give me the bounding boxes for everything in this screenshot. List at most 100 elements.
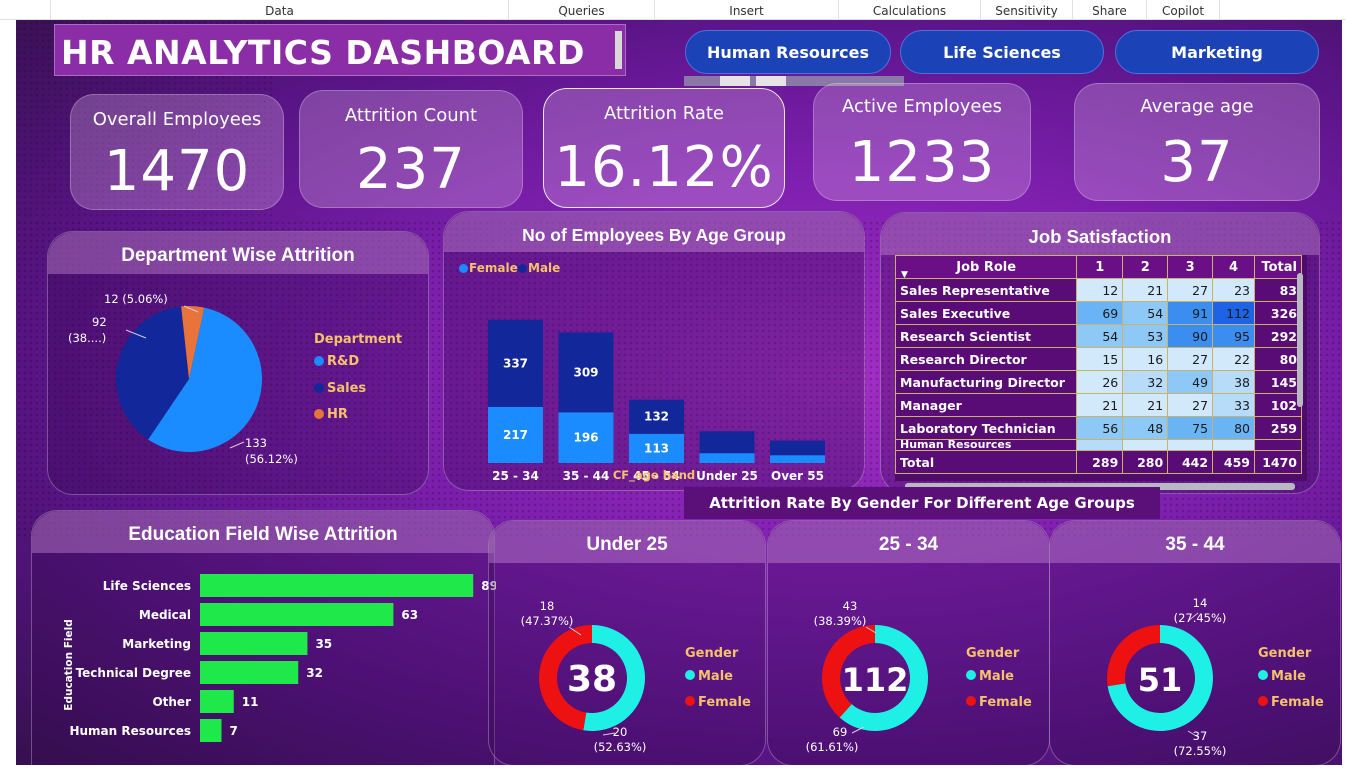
slicer-scroll-thumb[interactable]	[720, 76, 750, 86]
legend-dot-female[interactable]	[1258, 696, 1268, 706]
matrix-header-cell[interactable]: Job Role	[895, 255, 1078, 279]
gender-donut-chart: 112 43(38.39%) 69(61.61%) Gender Male Female	[806, 599, 1032, 754]
legend-label: HR	[327, 407, 348, 422]
slicer-scroll-thumb[interactable]	[756, 76, 786, 86]
donut-label-male-pct: (72.55%)	[1174, 744, 1227, 758]
matrix-cell[interactable]: 21	[1122, 393, 1169, 417]
legend-dot-male[interactable]	[1258, 670, 1268, 680]
donut-panel-under-25: Under 25 38 18 (47.37%) 20 (52.63%) Gender Mal…	[488, 520, 766, 765]
bar-female[interactable]	[770, 455, 825, 463]
matrix-row-label: Laboratory Technician	[895, 416, 1078, 440]
legend-label-male[interactable]: Male	[979, 669, 1014, 684]
legend-dot	[314, 356, 324, 366]
matrix-cell[interactable]: 75	[1167, 416, 1214, 440]
legend-label-female[interactable]: Female	[979, 695, 1032, 710]
matrix-cell[interactable]: 53	[1122, 324, 1169, 348]
filter-button-life-sciences[interactable]: Life Sciences	[900, 30, 1104, 74]
matrix-vertical-scrollbar[interactable]	[1297, 273, 1303, 407]
matrix-cell[interactable]: 15	[1076, 347, 1124, 371]
matrix-row[interactable]: Laboratory Technician 56 48 75 80 259	[895, 416, 1303, 440]
legend-label-female[interactable]: Female	[1271, 695, 1324, 710]
matrix-header-cell[interactable]: 4	[1212, 255, 1255, 279]
ribbon-tab-copilot[interactable]: Copilot	[1146, 0, 1220, 20]
matrix-cell[interactable]: 22	[1212, 347, 1255, 371]
ribbon-tab-share[interactable]: Share	[1072, 0, 1146, 20]
matrix-header-cell[interactable]: 3	[1167, 255, 1214, 279]
legend-label-male[interactable]: Male	[698, 669, 733, 684]
legend-dot-male[interactable]	[685, 670, 695, 680]
matrix-cell[interactable]: 16	[1122, 347, 1169, 371]
matrix-cell[interactable]: 56	[1076, 416, 1124, 440]
matrix-cell[interactable]: 26	[1076, 370, 1124, 394]
bar-education[interactable]	[200, 603, 394, 626]
matrix-row-label: Research Director	[895, 347, 1078, 371]
legend-item-hr[interactable]: HR	[314, 407, 348, 422]
matrix-row[interactable]: Sales Executive 69 54 91 112 326	[895, 301, 1303, 325]
matrix-header-cell[interactable]: 1	[1076, 255, 1124, 279]
bar-education[interactable]	[200, 690, 234, 713]
matrix-row-partial: Human Resources	[895, 439, 1303, 451]
matrix-cell[interactable]: 21	[1122, 278, 1169, 302]
matrix-cell[interactable]: 21	[1076, 393, 1124, 417]
legend-dot-male[interactable]	[966, 670, 976, 680]
matrix-cell[interactable]: 32	[1122, 370, 1169, 394]
matrix-cell[interactable]: 48	[1122, 416, 1169, 440]
legend-item-sales[interactable]: Sales	[314, 381, 366, 396]
sort-down-icon[interactable]: ▼	[901, 270, 908, 280]
matrix-row[interactable]: Sales Representative 12 21 27 23 83	[895, 278, 1303, 302]
matrix-row[interactable]: Manager 21 21 27 33 102	[895, 393, 1303, 417]
legend-label-female[interactable]: Female	[698, 695, 751, 710]
matrix-cell[interactable]: 49	[1167, 370, 1214, 394]
matrix-header-cell[interactable]: 2	[1122, 255, 1169, 279]
matrix-cell[interactable]: 27	[1167, 393, 1214, 417]
matrix-cell[interactable]: 91	[1167, 301, 1214, 325]
matrix-cell[interactable]: 33	[1212, 393, 1255, 417]
matrix-row[interactable]: Manufacturing Director 26 32 49 38 145	[895, 370, 1303, 394]
matrix-cell[interactable]: 80	[1212, 416, 1255, 440]
kpi-attrition-rate[interactable]: Attrition Rate 16.12%	[543, 88, 785, 208]
legend-dot-female[interactable]	[685, 696, 695, 706]
kpi-average-age: Average age 37	[1074, 83, 1320, 201]
ribbon-tab-calculations[interactable]: Calculations	[838, 0, 980, 20]
matrix-header-cell[interactable]: Total	[1253, 255, 1303, 279]
matrix-total-row: Total 289 280 442 459 1470	[895, 450, 1303, 474]
job-satisfaction-panel: Job Satisfaction Job Role 1 2 3 4 Total Sales …	[880, 212, 1320, 494]
legend-item-rd[interactable]: R&D	[314, 354, 359, 369]
matrix-row[interactable]: Research Scientist 54 53 90 95 292	[895, 324, 1303, 348]
job-satisfaction-matrix[interactable]: Job Role 1 2 3 4 Total Sales Representative 12 2…	[895, 255, 1307, 481]
matrix-cell[interactable]: 27	[1167, 278, 1214, 302]
bar-label-male: 132	[644, 410, 669, 424]
ribbon-tab-queries[interactable]: Queries	[508, 0, 654, 20]
matrix-cell[interactable]: 27	[1167, 347, 1214, 371]
matrix-cell[interactable]: 54	[1122, 301, 1169, 325]
matrix-cell[interactable]: 112	[1212, 301, 1255, 325]
bar-education[interactable]	[200, 632, 308, 655]
matrix-cell[interactable]: 69	[1076, 301, 1124, 325]
bar-male[interactable]	[699, 431, 755, 454]
matrix-row[interactable]: Research Director 15 16 27 22 80	[895, 347, 1303, 371]
donut-label-male-pct: (61.61%)	[806, 740, 859, 754]
panel-title: Job Satisfaction	[881, 213, 1319, 255]
legend-label-male[interactable]: Male	[1271, 669, 1306, 684]
legend-dot-female[interactable]	[966, 696, 976, 706]
bar-female[interactable]	[699, 453, 755, 463]
matrix-cell[interactable]: 23	[1212, 278, 1255, 302]
matrix-cell[interactable]: 54	[1076, 324, 1124, 348]
bar-education[interactable]	[200, 719, 222, 742]
matrix-cell[interactable]: 90	[1167, 324, 1214, 348]
matrix-cell[interactable]: 95	[1212, 324, 1255, 348]
bar-male[interactable]	[770, 440, 825, 456]
matrix-row-total: 326	[1253, 301, 1303, 325]
matrix-cell[interactable]: 12	[1076, 278, 1124, 302]
bar-education[interactable]	[200, 574, 474, 597]
matrix-cell[interactable]: 38	[1212, 370, 1255, 394]
matrix-row-total: 80	[1253, 347, 1303, 371]
ribbon-tab-insert[interactable]: Insert	[654, 0, 838, 20]
ribbon-tab-data[interactable]: Data	[50, 0, 508, 20]
ribbon-tab-sensitivity[interactable]: Sensitivity	[980, 0, 1072, 20]
filter-button-human-resources[interactable]: Human Resources	[685, 30, 891, 74]
bar-education[interactable]	[200, 661, 299, 684]
filter-button-marketing[interactable]: Marketing	[1115, 30, 1319, 74]
legend-dot	[314, 409, 324, 419]
y-tick-label: Technical Degree	[76, 666, 191, 680]
